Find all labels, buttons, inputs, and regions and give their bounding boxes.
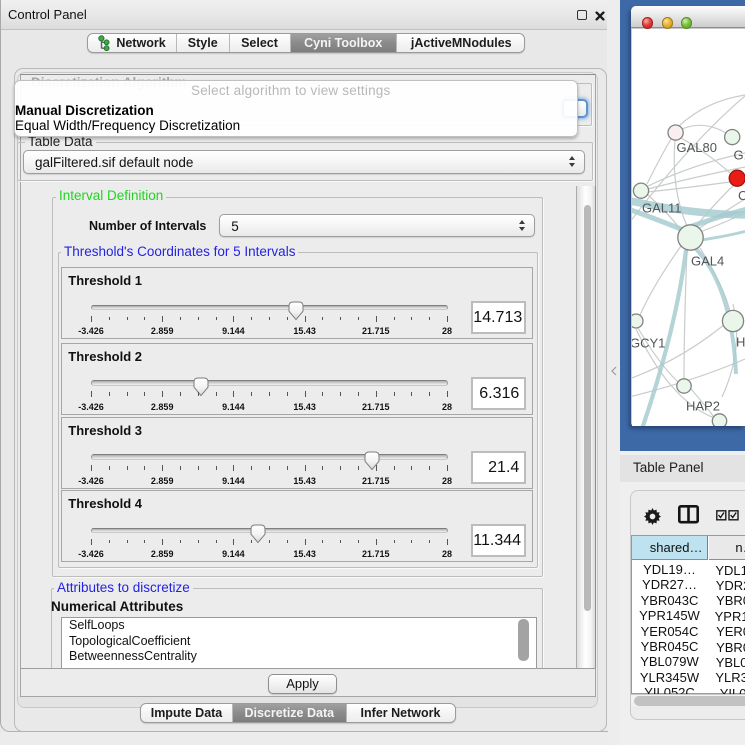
- svg-text:H: H: [736, 334, 745, 349]
- svg-text:G.: G.: [734, 147, 745, 162]
- svg-text:HAP2: HAP2: [686, 398, 720, 413]
- svg-text:GAL11: GAL11: [642, 200, 682, 215]
- svg-text:C: C: [738, 188, 745, 203]
- svg-text:GCY1: GCY1: [632, 335, 665, 350]
- svg-text:GAL80: GAL80: [677, 140, 717, 155]
- svg-text:GAL4: GAL4: [691, 253, 724, 268]
